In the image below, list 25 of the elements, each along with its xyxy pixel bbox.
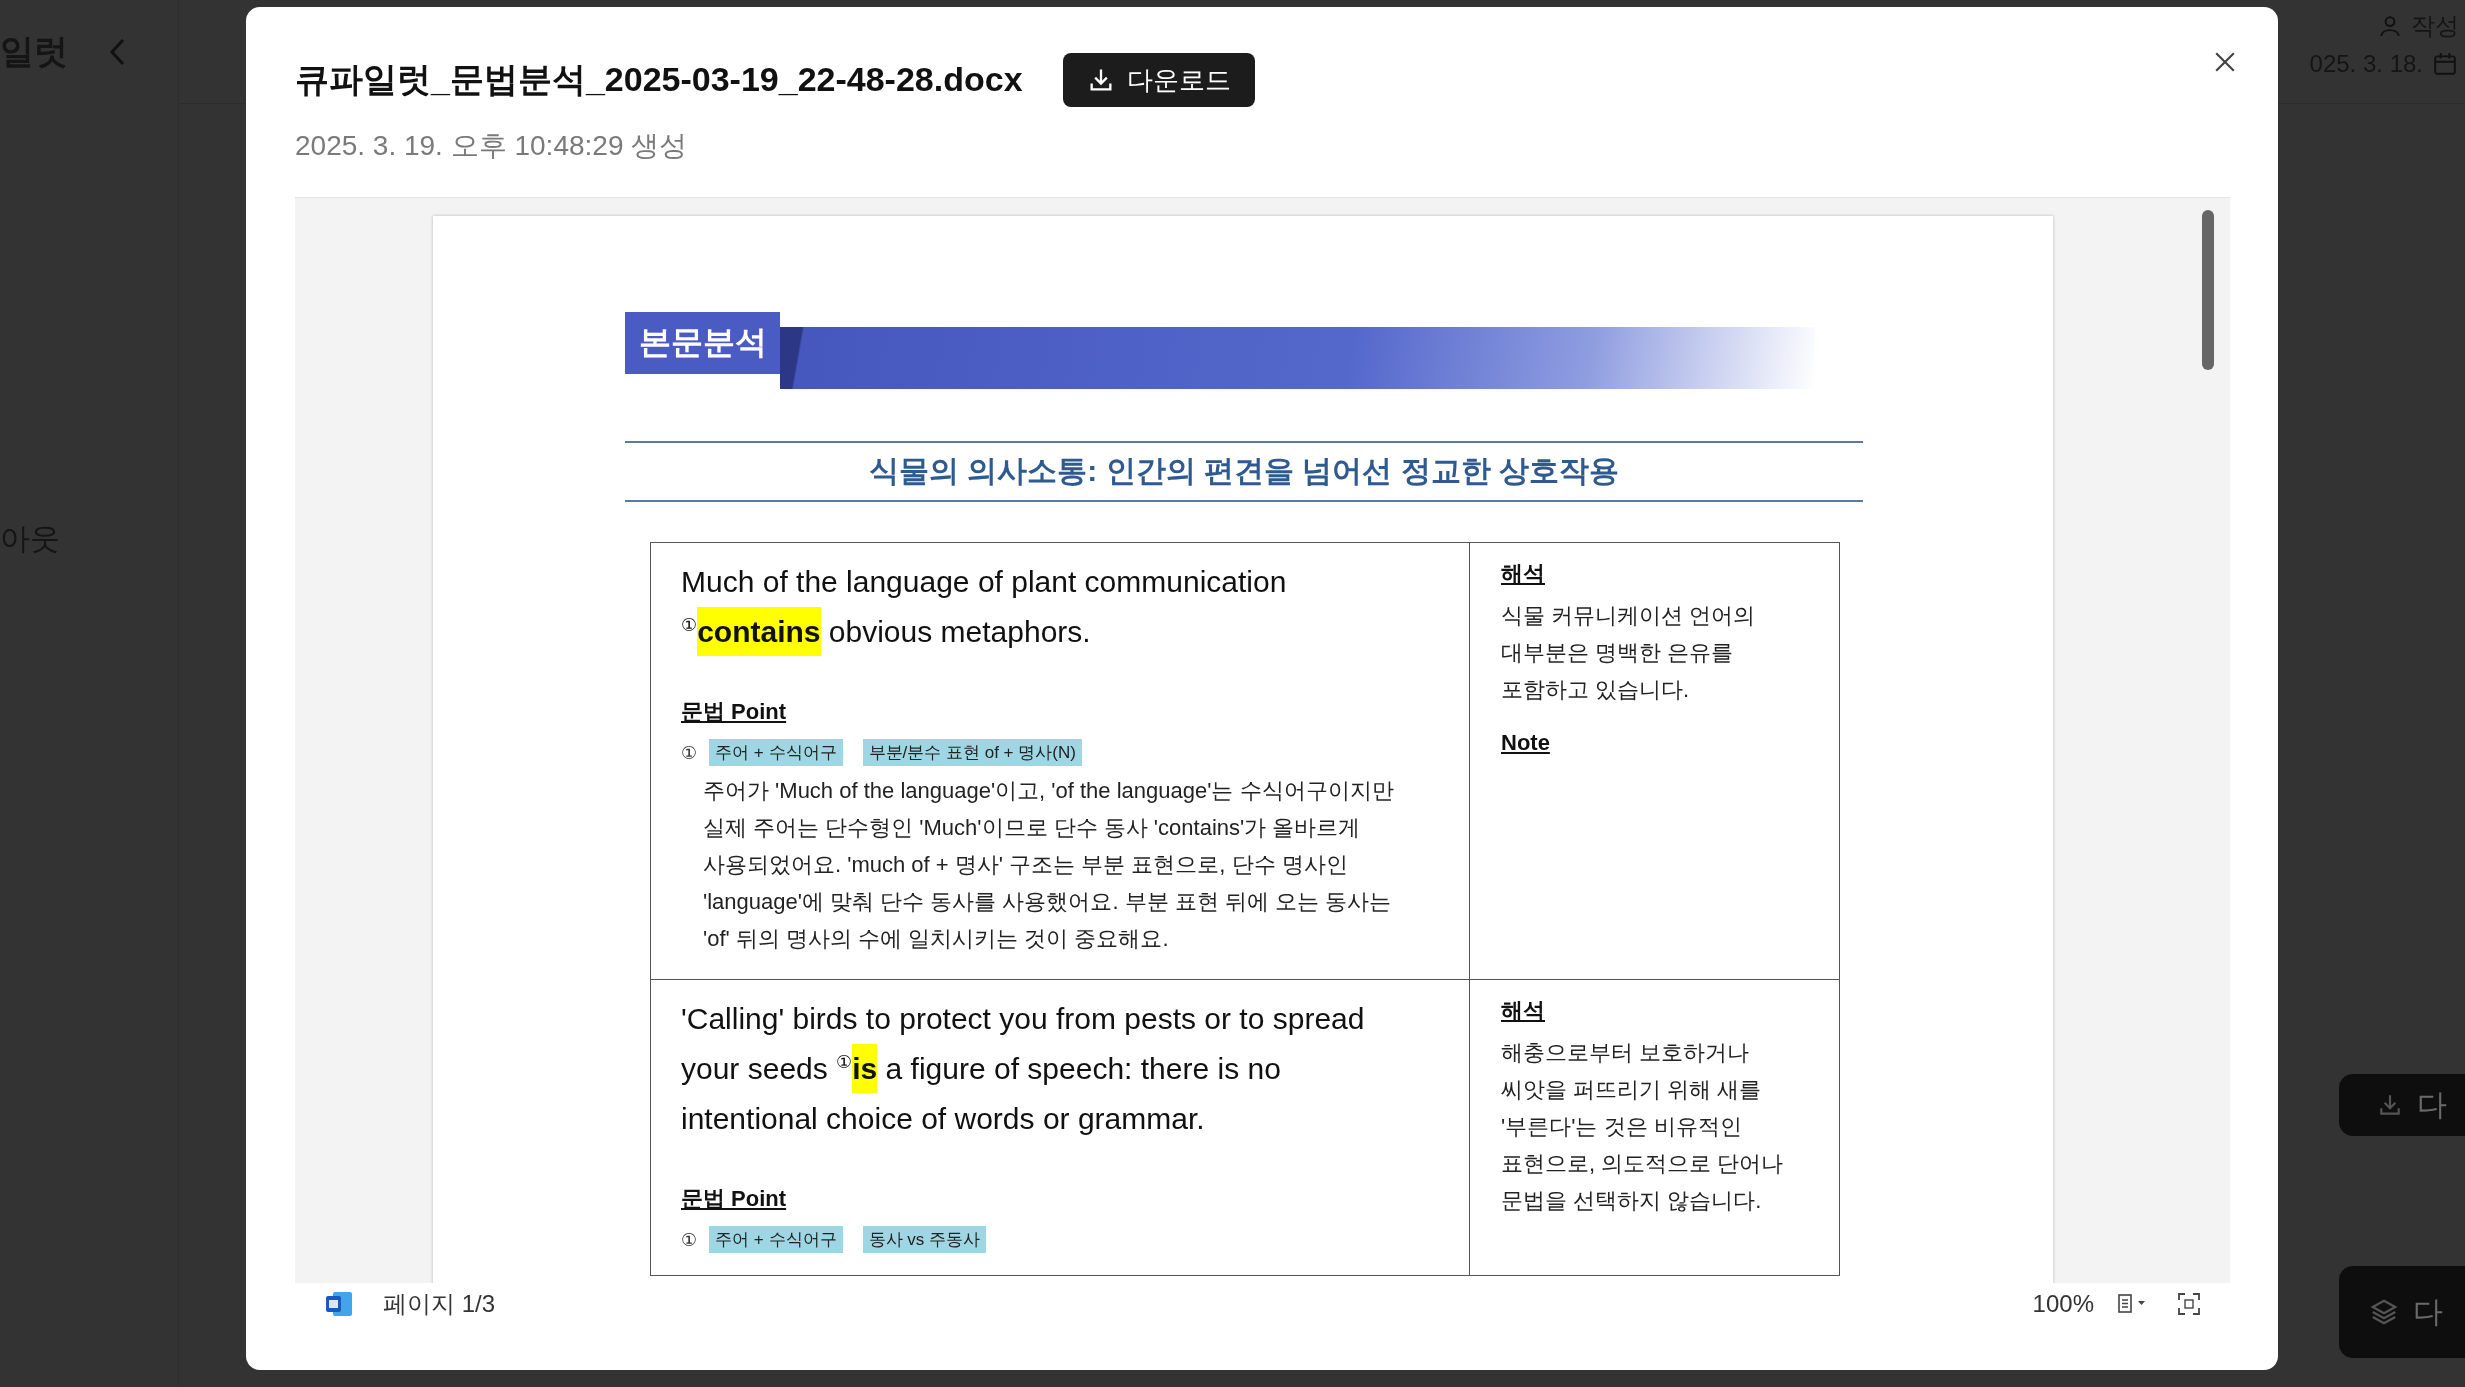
file-title: 큐파일럿_문법분석_2025-03-19_22-48-28.docx	[295, 59, 1023, 100]
section-label: 본문분석	[625, 312, 780, 374]
created-date: 2025. 3. 19. 오후 10:48:29 생성	[295, 129, 689, 163]
grammar-tag: 동사 vs 주동사	[862, 1226, 986, 1253]
explanation-text: 주어가 'Much of the language'이고, 'of the language'는 수식어구이지만 실제 주어는 단수형인 'Much'이므로 단수 동사 'contains'가 올바르게 사용되었어요. 'much of + 명사' 구조는 부분 표현으로, 단수 명사인 'language'에 맞춰 단수 동사를 사용했어요. 부분 표현 뒤에 오는 동사는 'of' 뒤의 명사의 수에 일치시키는 것이 중요해요.	[703, 777, 1395, 953]
point-number: ①	[681, 1228, 698, 1251]
layers-button[interactable]: 다	[2339, 1266, 2465, 1358]
grammar-point-title: 문법 Point	[681, 1185, 788, 1213]
grammar-tag: 주어 + 수식어구	[709, 739, 843, 766]
download-button[interactable]: 다운로드	[1062, 53, 1255, 107]
translation-title: 해석	[1501, 560, 1546, 588]
sentence-text: 'Calling' birds to protect you from pests or to spread your seeds $^{①}$is a figure of speech: there is no intentional choice of words or grammar.	[681, 1001, 1366, 1137]
sentence-text: Much of the language of plant communication $^{①}$contains obvious metaphors.	[681, 557, 1381, 657]
grammar-tag: 부분/분수 표현 of + 명사(N)	[862, 739, 1082, 766]
translation-text: 해충으로부터 보호하거나 씨앗을 퍼뜨리기 위해 새를 '부른다'는 것은 비유적인 표현으로, 의도적으로 단어나 문법을 선택하지 않습니다.	[1501, 1039, 1785, 1215]
page-indicator: 페이지 1/3	[383, 1289, 496, 1319]
translation-title: 해석	[1501, 997, 1546, 1025]
point-number: ①	[681, 741, 698, 764]
zoom-level[interactable]: 100%	[2032, 1290, 2094, 1318]
grammar-tag: 주어 + 수식어구	[709, 1226, 843, 1253]
grammar-point-title: 문법 Point	[681, 698, 788, 726]
document-heading: 식물의 의사소통: 인간의 편견을 넘어선 정교한 상호작용	[625, 441, 1863, 502]
download-button[interactable]: 다	[2339, 1074, 2465, 1136]
note-title: Note	[1501, 730, 1551, 756]
translation-text: 식물 커뮤니케이션 언어의 대부분은 명백한 은유를 포함하고 있습니다.	[1501, 602, 1757, 704]
